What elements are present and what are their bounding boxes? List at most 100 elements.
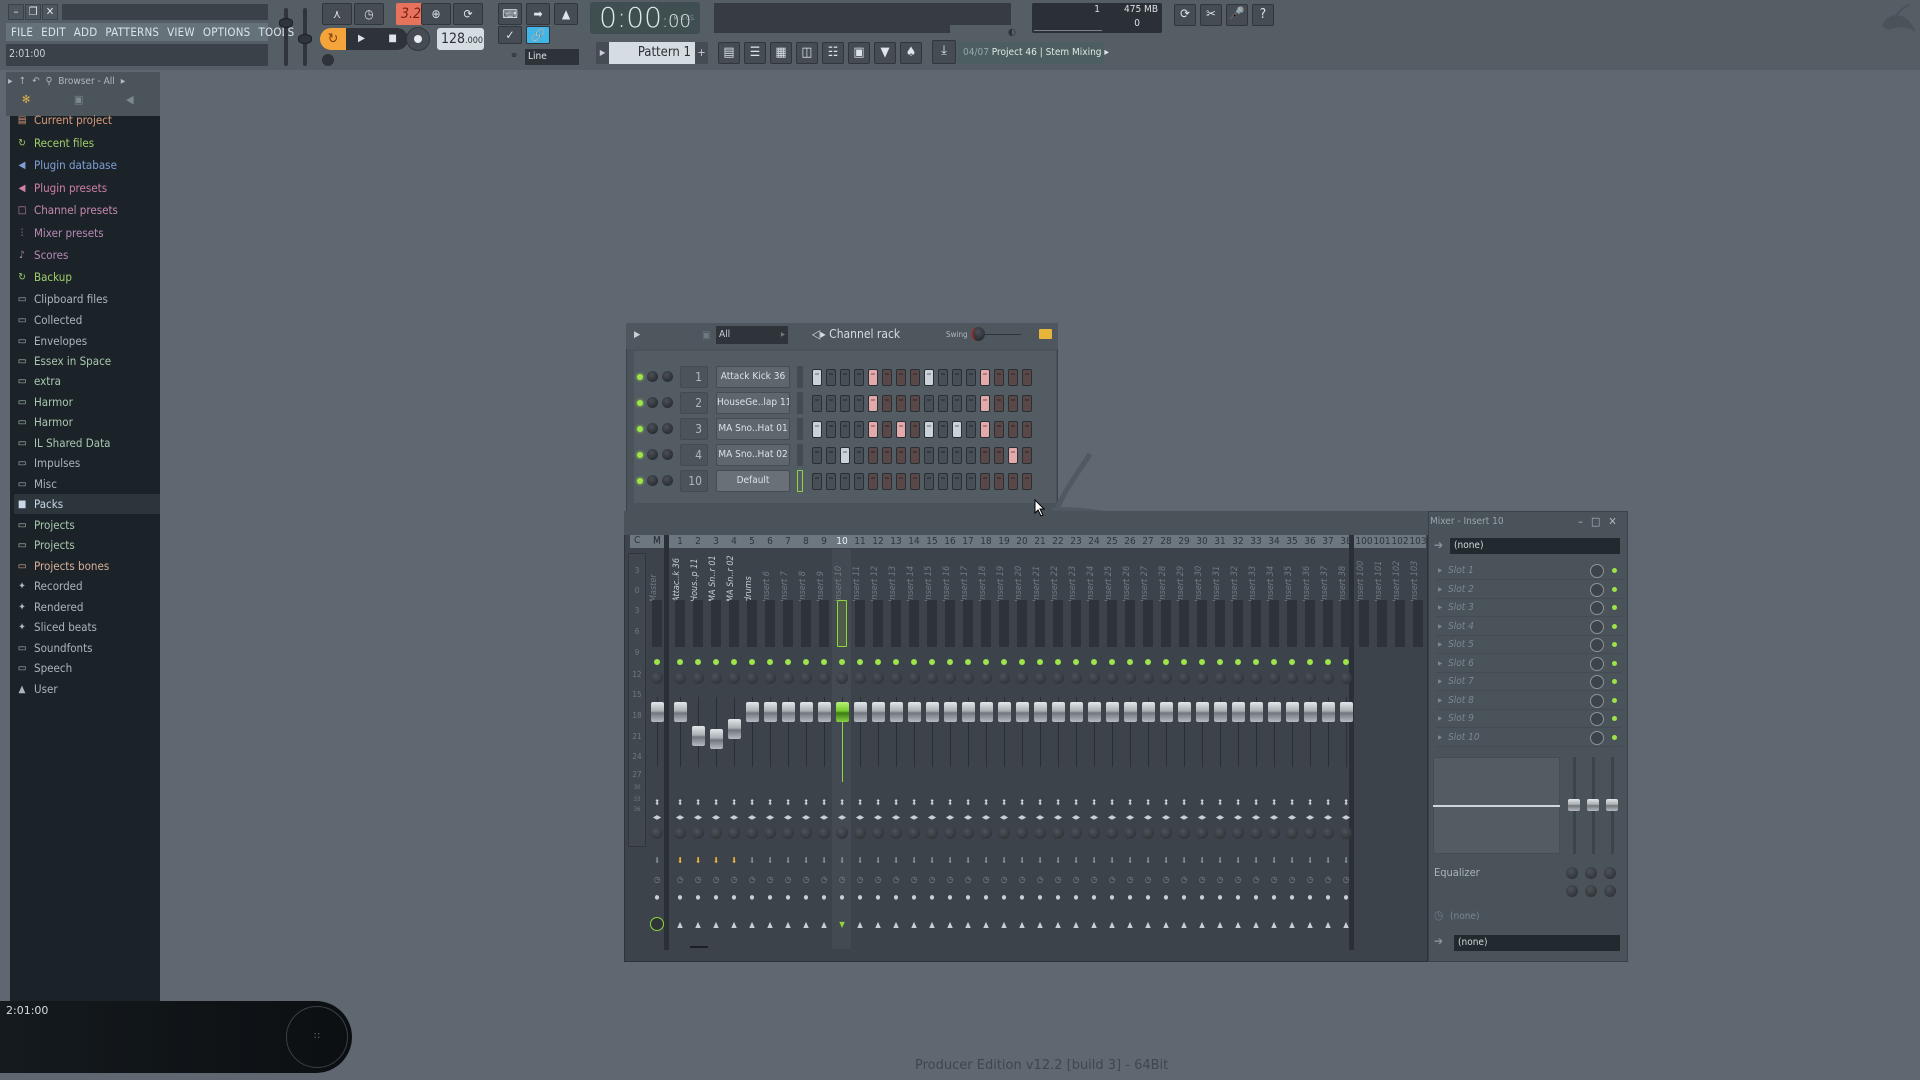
stereo-knob[interactable]	[980, 827, 992, 839]
send-arrow-up-icon[interactable]: ▲	[926, 921, 938, 929]
swap-channels-icon[interactable]: ◀▶	[1052, 814, 1064, 822]
eq-low-freq-knob[interactable]	[1566, 867, 1578, 879]
track-pan-knob[interactable]	[710, 672, 722, 684]
track-volume-fader[interactable]	[962, 702, 975, 723]
step-button[interactable]	[896, 473, 906, 490]
track-name[interactable]: Hous..p 11	[690, 552, 707, 602]
track-number[interactable]: 8	[797, 535, 815, 548]
track-number[interactable]: 6	[761, 535, 779, 548]
track-volume-fader[interactable]	[764, 702, 777, 723]
track-name[interactable]: Insert 6	[762, 552, 779, 602]
swap-channels-icon[interactable]: ◀▶	[1142, 814, 1154, 822]
track-pan-knob[interactable]	[1034, 672, 1046, 684]
delay-clock-icon[interactable]: ◷	[1124, 876, 1136, 884]
track-name[interactable]: Insert 9	[816, 552, 833, 602]
master-send-knob[interactable]	[650, 917, 664, 931]
graph-editor-icon[interactable]	[1039, 329, 1052, 339]
menu-patterns[interactable]: PATTERNS	[105, 25, 159, 39]
track-pan-knob[interactable]	[1250, 672, 1262, 684]
step-button[interactable]	[840, 395, 850, 412]
stop-button[interactable]: ■	[377, 28, 408, 50]
track-name[interactable]: Insert 24	[1086, 552, 1103, 602]
step-button[interactable]	[938, 421, 948, 438]
track-volume-fader[interactable]	[998, 702, 1011, 723]
stereo-separation-icon[interactable]: ⬍	[1232, 799, 1244, 807]
effect-slot[interactable]: ▶ Slot 6	[1436, 655, 1622, 673]
track-led-dot[interactable]: ●	[1160, 894, 1172, 902]
track-led-dot[interactable]: ●	[1304, 894, 1316, 902]
track-number[interactable]: 24	[1085, 535, 1103, 548]
stereo-separation-icon[interactable]: ⬍	[782, 799, 794, 807]
track-number[interactable]: 14	[905, 535, 923, 548]
routing-icon[interactable]: ⬇	[746, 857, 758, 865]
track-enable-led[interactable]	[1181, 659, 1187, 665]
browser-item[interactable]: ▭ Collected	[14, 310, 160, 330]
step-button[interactable]	[966, 395, 976, 412]
track-name[interactable]: Insert 17	[960, 552, 977, 602]
track-pan-knob[interactable]	[1214, 672, 1226, 684]
track-enable-led[interactable]	[1127, 659, 1133, 665]
track-pan-knob[interactable]	[764, 672, 776, 684]
track-enable-led[interactable]	[1037, 659, 1043, 665]
track-volume-fader[interactable]	[1052, 702, 1065, 723]
swap-channels-icon[interactable]: ◀▶	[782, 814, 794, 822]
channel-select-indicator[interactable]	[797, 366, 803, 388]
channel-name-button[interactable]: Default	[716, 470, 790, 492]
stereo-separation-icon[interactable]: ⬍	[818, 799, 830, 807]
channel-name-button[interactable]: HouseGe..lap 11	[716, 392, 790, 414]
routing-icon[interactable]: ⬇	[908, 857, 920, 865]
channel-mixer-track[interactable]: 4	[680, 444, 708, 466]
track-volume-fader[interactable]	[1178, 702, 1191, 723]
swap-channels-icon[interactable]: ◀▶	[1088, 814, 1100, 822]
step-button[interactable]	[812, 421, 822, 438]
stereo-knob[interactable]	[1142, 827, 1154, 839]
channel-select-indicator[interactable]	[797, 470, 803, 492]
delay-clock-icon[interactable]: ◷	[890, 876, 902, 884]
swap-channels-icon[interactable]: ◀▶	[872, 814, 884, 822]
track-enable-led[interactable]	[929, 659, 935, 665]
step-button[interactable]	[924, 395, 934, 412]
channel-select-indicator[interactable]	[797, 418, 803, 440]
delay-clock-icon[interactable]: ◷	[980, 876, 992, 884]
track-name[interactable]: Insert 11	[852, 552, 869, 602]
routing-icon[interactable]: ⬇	[1286, 857, 1298, 865]
send-arrow-up-icon[interactable]: ▲	[1124, 921, 1136, 929]
track-enable-led[interactable]	[1073, 659, 1079, 665]
step-edit-button[interactable]: ⊕	[421, 3, 451, 25]
stereo-knob[interactable]	[746, 827, 758, 839]
step-button[interactable]	[812, 447, 822, 464]
swap-channels-icon[interactable]: ◀▶	[1160, 814, 1172, 822]
track-led-dot[interactable]: ●	[872, 894, 884, 902]
swing-knob[interactable]	[971, 327, 985, 341]
delay-clock-icon[interactable]: ◷	[1286, 876, 1298, 884]
menu-file[interactable]: FILE	[11, 25, 33, 39]
swap-channels-icon[interactable]: ◀▶	[944, 814, 956, 822]
track-pan-knob[interactable]	[1268, 672, 1280, 684]
track-number[interactable]: 18	[977, 535, 995, 548]
browser-item[interactable]: ▭ Harmor	[14, 412, 160, 432]
track-number[interactable]: 10	[833, 535, 851, 548]
output-select[interactable]: (none)	[1454, 935, 1620, 951]
effect-slot[interactable]: ▶ Slot 2	[1436, 581, 1622, 599]
slot-mix-knob[interactable]	[1590, 675, 1604, 689]
step-button[interactable]	[966, 473, 976, 490]
browser-item[interactable]: ▭ Speech	[14, 658, 160, 678]
track-number[interactable]: 30	[1193, 535, 1211, 548]
track-enable-led[interactable]	[677, 659, 683, 665]
track-volume-fader[interactable]	[651, 702, 664, 723]
track-pan-knob[interactable]	[962, 672, 974, 684]
mixer-minimize-button[interactable]: –	[1578, 515, 1583, 528]
channel-select-indicator[interactable]	[797, 444, 803, 466]
track-number[interactable]: 2	[689, 535, 707, 548]
loop-record-button[interactable]: ⟳	[453, 3, 483, 25]
stereo-knob[interactable]	[818, 827, 830, 839]
slot-enable-led[interactable]	[1612, 642, 1617, 647]
track-volume-fader[interactable]	[836, 702, 849, 723]
step-button[interactable]	[812, 369, 822, 386]
step-button[interactable]	[840, 369, 850, 386]
step-button[interactable]	[952, 369, 962, 386]
eq-low-bw-knob[interactable]	[1566, 885, 1578, 897]
track-number[interactable]: 100	[1355, 535, 1373, 548]
mixer-button[interactable]: ☷	[822, 42, 844, 64]
track-volume-fader[interactable]	[710, 728, 723, 749]
